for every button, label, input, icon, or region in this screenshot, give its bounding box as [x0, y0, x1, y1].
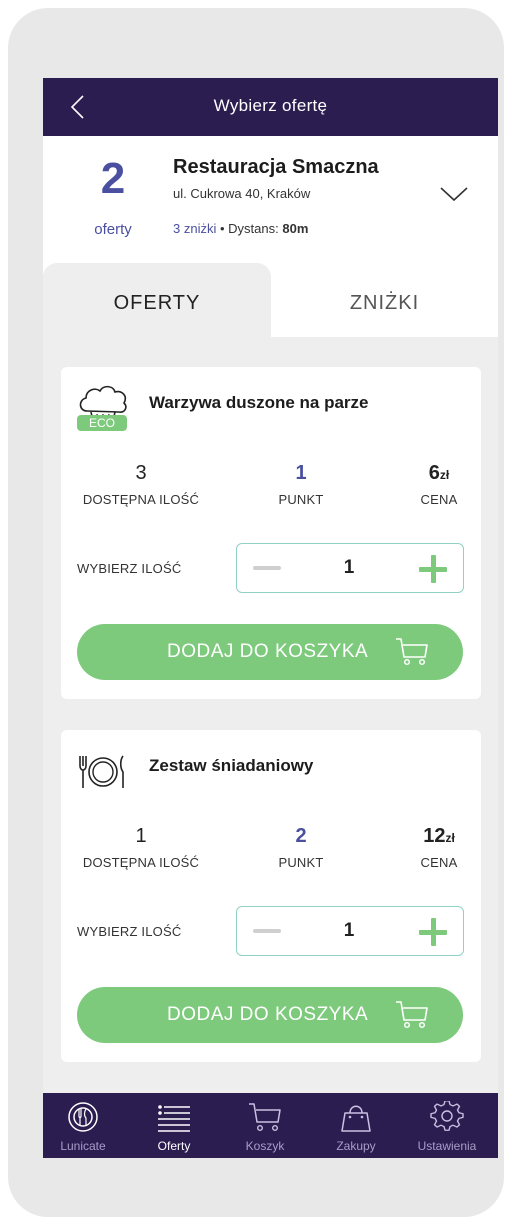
top-bar: Wybierz ofertę: [43, 78, 498, 136]
price-value: 6zł: [428, 462, 450, 484]
point-value: 1: [295, 462, 307, 484]
gear-icon: [430, 1101, 464, 1131]
quantity-stepper: 1: [236, 906, 464, 956]
point-label: PUNKT: [278, 855, 324, 870]
nav-label: Koszyk: [245, 1139, 285, 1153]
cart-icon: [396, 1001, 428, 1029]
point-stat: 1 PUNKT: [251, 462, 351, 507]
nav-label: Zakupy: [336, 1139, 376, 1153]
available-stat: 3 DOSTĘPNA ILOŚĆ: [71, 462, 211, 507]
minus-button[interactable]: [253, 929, 281, 933]
available-stat: 1 DOSTĘPNA ILOŚĆ: [71, 825, 211, 870]
price-stat: 6zł CENA: [401, 462, 477, 507]
restaurant-info: 2 oferty Restauracja Smaczna ul. Cukrowa…: [43, 136, 498, 262]
chevron-down-icon[interactable]: [439, 184, 469, 204]
point-stat: 2 PUNKT: [251, 825, 351, 870]
add-to-cart-label: DODAJ DO KOSZYKA: [167, 1004, 369, 1025]
currency: zł: [445, 831, 455, 845]
shopping-bag-icon: [341, 1105, 371, 1132]
distance-label: Dystans:: [228, 221, 279, 236]
cart-icon: [249, 1103, 281, 1132]
nav-label: Ustawienia: [417, 1139, 477, 1153]
price-label: CENA: [420, 855, 458, 870]
nav-item-lunicate[interactable]: Lunicate: [43, 1093, 123, 1158]
distance-value: 80m: [282, 221, 309, 236]
nav-label: Lunicate: [60, 1139, 106, 1153]
available-value: 1: [135, 825, 147, 847]
add-to-cart-button[interactable]: DODAJ DO KOSZYKA: [77, 987, 463, 1043]
quantity-value[interactable]: 1: [327, 920, 371, 942]
choose-quantity-label: WYBIERZ ILOŚĆ: [77, 561, 182, 576]
minus-button[interactable]: [253, 566, 281, 570]
nav-label: Oferty: [157, 1139, 191, 1153]
choose-quantity-label: WYBIERZ ILOŚĆ: [77, 924, 182, 939]
offer-count-label: oferty: [94, 221, 132, 238]
currency: zł: [439, 468, 450, 482]
tab-discounts[interactable]: ZNIŻKI: [271, 263, 498, 337]
price-stat: 12zł CENA: [401, 825, 477, 870]
nav-item-cart[interactable]: Koszyk: [225, 1093, 305, 1158]
restaurant-name: Restauracja Smaczna: [173, 156, 379, 178]
available-value: 3: [135, 462, 147, 484]
plus-button[interactable]: [419, 918, 447, 946]
eco-badge: ECO: [77, 415, 127, 431]
bottom-nav: Lunicate Oferty Koszyk Zakupy Ustawienia: [43, 1093, 498, 1158]
nav-item-offers[interactable]: Oferty: [134, 1093, 214, 1158]
cart-icon: [396, 638, 428, 666]
restaurant-meta: 3 zniżki • Dystans: 80m: [173, 221, 308, 236]
meta-separator: •: [219, 221, 225, 236]
point-value: 2: [295, 825, 307, 847]
plate-cutlery-icon: [79, 755, 124, 788]
tab-bar: OFERTY ZNIŻKI: [43, 262, 498, 337]
phone-frame: Wybierz ofertę 2 oferty Restauracja Smac…: [8, 8, 504, 1217]
plus-button[interactable]: [419, 555, 447, 583]
offer-name: Warzywa duszone na parze: [149, 393, 369, 412]
app-screen: Wybierz ofertę 2 oferty Restauracja Smac…: [43, 78, 498, 1158]
offer-count: 2: [100, 154, 126, 203]
offer-card: Zestaw śniadaniowy 1 DOSTĘPNA ILOŚĆ 2 PU…: [61, 730, 481, 1062]
page-title: Wybierz ofertę: [213, 96, 328, 115]
price-label: CENA: [420, 492, 458, 507]
price-value: 12zł: [423, 825, 455, 847]
quantity-stepper: 1: [236, 543, 464, 593]
lunicate-logo-icon: [68, 1102, 98, 1132]
point-label: PUNKT: [278, 492, 324, 507]
available-label: DOSTĘPNA ILOŚĆ: [82, 855, 200, 870]
restaurant-address: ul. Cukrowa 40, Kraków: [173, 186, 311, 201]
nav-item-settings[interactable]: Ustawienia: [407, 1093, 487, 1158]
offer-card: ECO Warzywa duszone na parze 3 DOSTĘPNA …: [61, 367, 481, 699]
nav-item-purchases[interactable]: Zakupy: [316, 1093, 396, 1158]
quantity-value[interactable]: 1: [327, 557, 371, 579]
add-to-cart-button[interactable]: DODAJ DO KOSZYKA: [77, 624, 463, 680]
list-icon: [158, 1105, 190, 1132]
offer-name: Zestaw śniadaniowy: [149, 756, 314, 775]
discounts-link[interactable]: 3 zniżki: [173, 221, 216, 236]
available-label: DOSTĘPNA ILOŚĆ: [82, 492, 200, 507]
add-to-cart-label: DODAJ DO KOSZYKA: [167, 641, 369, 662]
tab-offers[interactable]: OFERTY: [43, 263, 271, 337]
